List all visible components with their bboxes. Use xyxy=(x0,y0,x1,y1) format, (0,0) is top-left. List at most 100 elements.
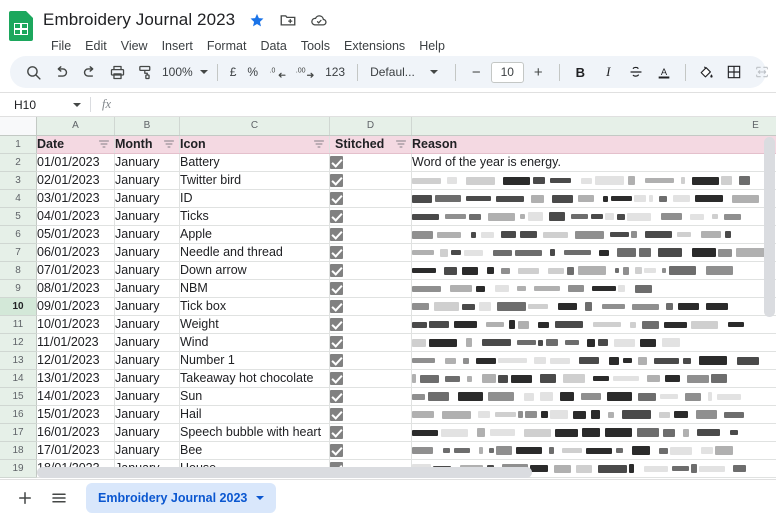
increase-decimal-button[interactable]: .00 xyxy=(292,59,319,86)
cell-stitched[interactable] xyxy=(330,405,412,423)
cell-month[interactable]: January xyxy=(115,297,180,315)
cell-date[interactable]: 05/01/2023 xyxy=(37,225,115,243)
name-box[interactable]: H10 xyxy=(0,93,90,116)
horizontal-scrollbar[interactable] xyxy=(37,467,760,478)
checked-checkbox-icon[interactable] xyxy=(330,426,343,439)
cell-icon[interactable]: Down arrow xyxy=(180,261,330,279)
cell-month[interactable]: January xyxy=(115,387,180,405)
cell-date[interactable]: 16/01/2023 xyxy=(37,423,115,441)
currency-format-button[interactable]: £ xyxy=(225,59,242,85)
cell-icon[interactable]: Hail xyxy=(180,405,330,423)
cell-icon[interactable]: Ticks xyxy=(180,207,330,225)
cell-date[interactable]: 01/01/2023 xyxy=(37,153,115,171)
cell-stitched[interactable] xyxy=(330,387,412,405)
italic-button[interactable]: I xyxy=(595,59,622,86)
header-cell-stitched[interactable]: Stitched xyxy=(330,135,412,153)
checked-checkbox-icon[interactable] xyxy=(330,444,343,457)
row-header-16[interactable]: 16 xyxy=(0,405,37,423)
font-family-select[interactable]: Defaul... xyxy=(365,59,420,85)
checked-checkbox-icon[interactable] xyxy=(330,408,343,421)
cell-reason[interactable] xyxy=(412,297,776,315)
row-header-19[interactable]: 19 xyxy=(0,459,37,477)
row-header-17[interactable]: 17 xyxy=(0,423,37,441)
percent-format-button[interactable]: % xyxy=(242,59,263,85)
select-all-corner[interactable] xyxy=(0,117,37,135)
all-sheets-icon[interactable] xyxy=(44,483,74,513)
header-cell-date[interactable]: Date xyxy=(37,135,115,153)
menu-item-view[interactable]: View xyxy=(114,36,155,56)
cell-icon[interactable]: Weight xyxy=(180,315,330,333)
checked-checkbox-icon[interactable] xyxy=(330,156,343,169)
merge-cells-icon[interactable] xyxy=(749,59,776,86)
cell-stitched[interactable] xyxy=(330,423,412,441)
borders-icon[interactable] xyxy=(721,59,748,86)
cell-reason[interactable] xyxy=(412,189,776,207)
formula-input[interactable] xyxy=(121,93,776,116)
cell-icon[interactable]: Apple xyxy=(180,225,330,243)
menu-item-edit[interactable]: Edit xyxy=(78,36,114,56)
undo-icon[interactable] xyxy=(48,59,75,86)
bold-button[interactable]: B xyxy=(567,59,594,86)
menu-item-help[interactable]: Help xyxy=(412,36,452,56)
cell-icon[interactable]: NBM xyxy=(180,279,330,297)
cell-month[interactable]: January xyxy=(115,405,180,423)
cell-stitched[interactable] xyxy=(330,225,412,243)
cell-stitched[interactable] xyxy=(330,153,412,171)
menu-item-format[interactable]: Format xyxy=(200,36,254,56)
cell-date[interactable]: 08/01/2023 xyxy=(37,279,115,297)
cell-month[interactable]: January xyxy=(115,189,180,207)
checked-checkbox-icon[interactable] xyxy=(330,390,343,403)
font-family-caret[interactable] xyxy=(421,59,448,86)
cell-icon[interactable]: Sun xyxy=(180,387,330,405)
cell-reason[interactable] xyxy=(412,171,776,189)
decrease-font-size-button[interactable]: − xyxy=(463,59,490,86)
cell-reason[interactable] xyxy=(412,441,776,459)
row-header-5[interactable]: 5 xyxy=(0,207,37,225)
checked-checkbox-icon[interactable] xyxy=(330,282,343,295)
cell-date[interactable]: 15/01/2023 xyxy=(37,405,115,423)
cell-date[interactable]: 11/01/2023 xyxy=(37,333,115,351)
menu-item-data[interactable]: Data xyxy=(253,36,293,56)
vertical-scrollbar[interactable] xyxy=(764,137,775,465)
checked-checkbox-icon[interactable] xyxy=(330,228,343,241)
cell-reason[interactable] xyxy=(412,351,776,369)
document-title[interactable]: Embroidery Journal 2023 xyxy=(43,10,235,30)
cell-reason[interactable] xyxy=(412,333,776,351)
cell-month[interactable]: January xyxy=(115,333,180,351)
cell-month[interactable]: January xyxy=(115,225,180,243)
cell-stitched[interactable] xyxy=(330,171,412,189)
horizontal-scrollbar-thumb[interactable] xyxy=(37,467,532,478)
checked-checkbox-icon[interactable] xyxy=(330,174,343,187)
cell-reason[interactable] xyxy=(412,423,776,441)
font-size-input[interactable]: 10 xyxy=(491,62,524,83)
filter-icon[interactable] xyxy=(98,138,110,150)
cell-reason[interactable] xyxy=(412,225,776,243)
paint-format-icon[interactable] xyxy=(132,59,159,86)
move-to-folder-icon[interactable] xyxy=(279,11,297,29)
cell-stitched[interactable] xyxy=(330,369,412,387)
cell-date[interactable]: 17/01/2023 xyxy=(37,441,115,459)
column-header-c[interactable]: C xyxy=(180,117,330,135)
print-icon[interactable] xyxy=(104,59,131,86)
row-header-9[interactable]: 9 xyxy=(0,279,37,297)
row-header-18[interactable]: 18 xyxy=(0,441,37,459)
menu-item-extensions[interactable]: Extensions xyxy=(337,36,412,56)
sheet-tab-active[interactable]: Embroidery Journal 2023 xyxy=(86,483,276,513)
column-header-e[interactable]: E xyxy=(412,117,776,135)
cell-month[interactable]: January xyxy=(115,369,180,387)
row-header-4[interactable]: 4 xyxy=(0,189,37,207)
cell-month[interactable]: January xyxy=(115,207,180,225)
cell-icon[interactable]: Speech bubble with heart xyxy=(180,423,330,441)
cell-reason[interactable] xyxy=(412,207,776,225)
header-cell-icon[interactable]: Icon xyxy=(180,135,330,153)
cell-date[interactable]: 06/01/2023 xyxy=(37,243,115,261)
checked-checkbox-icon[interactable] xyxy=(330,372,343,385)
column-header-d[interactable]: D xyxy=(330,117,412,135)
cell-reason[interactable] xyxy=(412,315,776,333)
zoom-control[interactable]: 100% xyxy=(160,59,210,85)
row-header-10[interactable]: 10 xyxy=(0,297,37,315)
cell-date[interactable]: 13/01/2023 xyxy=(37,369,115,387)
cell-date[interactable]: 07/01/2023 xyxy=(37,261,115,279)
cell-reason[interactable] xyxy=(412,261,776,279)
checked-checkbox-icon[interactable] xyxy=(330,336,343,349)
